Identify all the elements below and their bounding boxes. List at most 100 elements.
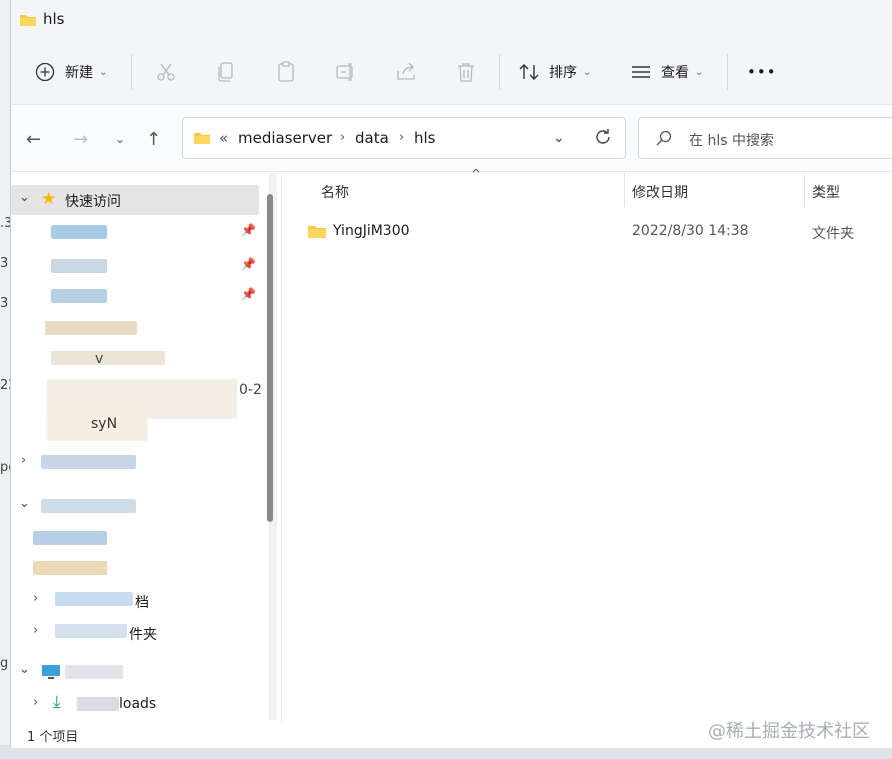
column-header-name[interactable]: 名称 <box>321 182 349 202</box>
nav-item-partial-label: 件夹 <box>129 627 157 643</box>
chevron-down-icon: ⌄ <box>99 66 108 78</box>
star-icon: ★ <box>41 189 57 209</box>
forward-arrow-icon[interactable]: → <box>73 129 88 150</box>
chevron-right-icon[interactable]: › <box>33 695 38 710</box>
pin-icon[interactable]: 📌 <box>241 287 256 301</box>
background-fragment: g <box>0 656 9 671</box>
more-options-button[interactable]: ••• <box>747 54 777 90</box>
view-list-icon <box>632 66 650 78</box>
sort-button-label: 排序 <box>549 65 577 81</box>
monitor-icon <box>41 663 61 685</box>
file-date: 2022/8/30 14:38 <box>632 223 749 239</box>
copy-icon[interactable] <box>214 60 238 84</box>
file-list-header: ^ 名称 修改日期 类型 <box>282 167 892 209</box>
back-arrow-icon[interactable]: ← <box>26 129 41 150</box>
paste-icon[interactable] <box>274 60 298 84</box>
chevron-down-icon[interactable]: ⌄ <box>19 662 30 677</box>
plus-circle-icon <box>35 62 55 82</box>
sort-button[interactable]: 排序 ⌄ <box>518 54 591 90</box>
share-icon[interactable] <box>394 60 418 84</box>
column-resize-handle[interactable] <box>804 173 805 207</box>
nav-pinned-item[interactable]: 📌 <box>11 281 259 311</box>
chevron-down-icon[interactable]: ⌄ <box>19 496 30 511</box>
address-row: ← → ⌄ ↑ « mediaserver › data › hls ⌄ 在 h… <box>11 105 892 172</box>
new-button[interactable]: 新建 ⌄ <box>35 54 107 90</box>
nav-item-partial-label: 0-2 <box>239 382 262 398</box>
view-button[interactable]: 查看 ⌄ <box>630 54 703 90</box>
breadcrumb-data[interactable]: data <box>355 129 389 147</box>
pin-icon[interactable]: 📌 <box>241 257 256 271</box>
background-fragment: 3 <box>0 256 9 271</box>
background-fragment: 3 <box>0 296 9 311</box>
breadcrumb-mediaserver[interactable]: mediaserver <box>238 129 332 147</box>
nav-folder-item[interactable] <box>11 313 259 343</box>
explorer-window: hls 新建 ⌄ 排序 ⌄ 查看 ⌄ ••• ← → ⌄ ↑ « mediase… <box>10 0 892 748</box>
nav-item-partial-label: v <box>95 351 104 367</box>
title-bar[interactable]: hls <box>11 0 892 40</box>
nav-folder-item[interactable]: 0-2 <box>11 375 269 419</box>
watermark-text: @稀土掘金技术社区 <box>708 721 870 742</box>
status-item-count: 1 个项目 <box>27 730 79 745</box>
breadcrumb-hls[interactable]: hls <box>414 129 436 147</box>
column-header-type[interactable]: 类型 <box>812 182 840 202</box>
cut-icon[interactable] <box>154 60 178 84</box>
more-icon: ••• <box>747 63 777 81</box>
file-name: YingJiM300 <box>333 223 410 239</box>
column-resize-handle[interactable] <box>624 173 625 207</box>
chevron-right-icon[interactable]: › <box>340 130 345 145</box>
file-row[interactable]: YingJiM300 2022/8/30 14:38 文件夹 <box>301 216 891 248</box>
nav-this-pc[interactable]: ⌄ <box>11 657 259 687</box>
nav-group-expanded[interactable]: ⌄ <box>11 491 259 521</box>
nav-item-partial-label: loads <box>119 696 157 712</box>
nav-quick-access-label: 快速访问 <box>65 194 121 210</box>
nav-subitem[interactable] <box>11 523 259 553</box>
nav-pinned-item[interactable]: 📌 <box>11 217 259 247</box>
delete-icon[interactable] <box>454 60 478 84</box>
column-header-date[interactable]: 修改日期 <box>632 182 688 202</box>
folder-icon <box>19 12 37 32</box>
window-title: hls <box>43 10 65 28</box>
download-icon: ⤓ <box>53 692 61 712</box>
nav-group-collapsed[interactable]: › 档 <box>11 585 259 615</box>
address-bar[interactable]: « mediaserver › data › hls ⌄ <box>182 117 626 159</box>
file-type: 文件夹 <box>812 226 854 242</box>
nav-item-partial-label: 档 <box>135 595 149 611</box>
search-placeholder: 在 hls 中搜索 <box>689 133 774 149</box>
pane-divider[interactable] <box>281 173 282 748</box>
command-bar: 新建 ⌄ 排序 ⌄ 查看 ⌄ ••• <box>11 40 892 105</box>
nav-group-collapsed[interactable]: › <box>11 447 259 477</box>
nav-scrollbar-thumb[interactable] <box>267 194 273 522</box>
chevron-right-icon[interactable]: › <box>33 623 38 638</box>
toolbar-separator <box>499 54 500 90</box>
nav-downloads[interactable]: › ⤓ loads <box>11 689 259 719</box>
toolbar-separator <box>131 54 132 90</box>
recent-locations-chevron-icon[interactable]: ⌄ <box>115 132 125 146</box>
sort-ascending-icon: ^ <box>471 167 482 181</box>
rename-icon[interactable] <box>334 60 358 84</box>
nav-quick-access[interactable]: ⌄ ★ 快速访问 <box>11 185 259 215</box>
up-arrow-icon[interactable]: ↑ <box>146 129 161 150</box>
view-button-label: 查看 <box>661 65 689 81</box>
nav-folder-item[interactable]: v <box>11 343 259 373</box>
sort-icon <box>519 64 539 80</box>
refresh-icon[interactable] <box>593 127 613 151</box>
chevron-right-icon[interactable]: › <box>399 130 404 145</box>
nav-item-partial-label: syN <box>91 416 118 432</box>
chevron-down-icon[interactable]: ⌄ <box>19 190 30 205</box>
breadcrumb-overflow[interactable]: « <box>219 129 228 147</box>
search-box[interactable]: 在 hls 中搜索 <box>638 117 892 159</box>
search-icon <box>655 129 673 151</box>
chevron-down-icon: ⌄ <box>695 66 704 78</box>
address-history-chevron-icon[interactable]: ⌄ <box>553 130 565 146</box>
nav-pinned-item[interactable]: 📌 <box>11 251 259 281</box>
nav-folder-item[interactable]: syN <box>11 409 259 441</box>
chevron-down-icon: ⌄ <box>583 66 592 78</box>
navigation-pane: ⌄ ★ 快速访问 📌 📌 📌 v 0-2 syN › ⌄ › 档 › 件夹 ⌄ … <box>11 173 269 720</box>
pin-icon[interactable]: 📌 <box>241 223 256 237</box>
new-button-label: 新建 <box>65 65 93 81</box>
chevron-right-icon[interactable]: › <box>33 591 38 606</box>
toolbar-separator <box>727 54 728 90</box>
nav-subitem[interactable] <box>11 553 259 583</box>
chevron-right-icon[interactable]: › <box>21 453 26 468</box>
nav-group-collapsed[interactable]: › 件夹 <box>11 617 259 647</box>
